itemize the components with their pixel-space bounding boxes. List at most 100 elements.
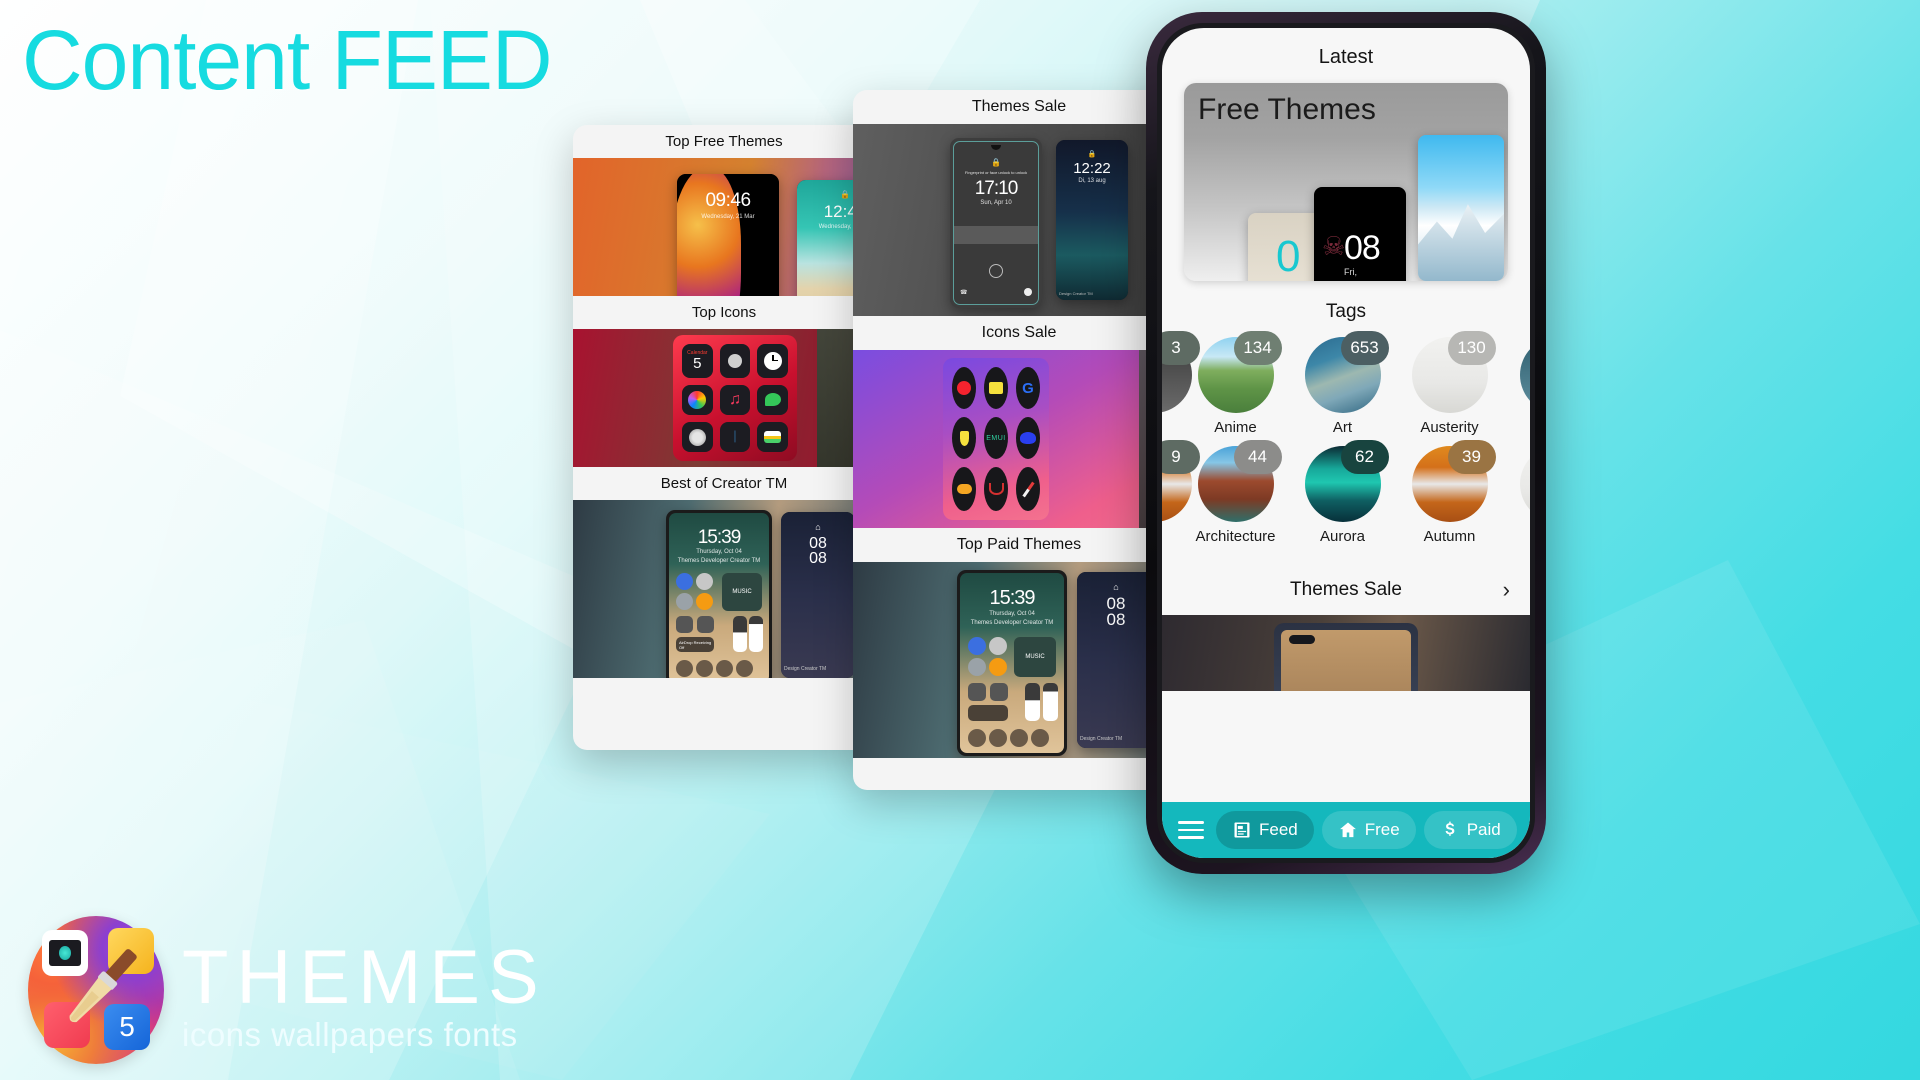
page-title: Content FEED	[22, 13, 553, 107]
section-title-best-of-creator: Best of Creator TM	[660, 475, 788, 492]
preview-band-icons-sale: G EMUI	[853, 350, 1185, 528]
app-store-icon: 𝄀	[719, 422, 751, 452]
preview-time: 09:46	[705, 190, 751, 211]
hero-card-free-themes[interactable]: Free Themes 0 ☠ 08 Fri,	[1184, 83, 1508, 281]
tag-label: Autumn	[1423, 528, 1476, 545]
weather-icon	[952, 467, 976, 511]
tag-count-badge: 44	[1233, 440, 1282, 474]
preview-time: 08 08	[1106, 594, 1126, 630]
chevron-right-icon[interactable]: ›	[1503, 579, 1510, 601]
preview-phone-sale	[1274, 623, 1418, 691]
nav-tab-paid[interactable]: Paid	[1423, 811, 1517, 849]
hero-thumb-mountain	[1418, 135, 1504, 281]
hero-thumb-black-date: Fri,	[1344, 267, 1357, 277]
section-title-top-free-themes: Top Free Themes	[665, 133, 783, 150]
tag-count-badge: 62	[1340, 440, 1389, 474]
paintbrush-icon	[69, 949, 137, 1023]
huawei-necklace-icon	[984, 467, 1008, 511]
music-widget-label: MUSIC	[1025, 654, 1045, 660]
tag-count-badge: 39	[1447, 440, 1496, 474]
tags-row: 9 44 Architecture 62 Aurora 39 Autumn	[1162, 440, 1530, 545]
preview-icon-grid: Calendar 5 ♫ 𝄀	[673, 335, 797, 461]
tag-item-anime[interactable]: 134 Anime	[1182, 331, 1289, 436]
preview-phone-side: ⌂ 08 08 Design Creator TM	[781, 512, 855, 678]
tag-item-austerity[interactable]: 130 Austerity	[1396, 331, 1503, 436]
preview-icon-grid-emui: G EMUI	[943, 358, 1049, 520]
preview-band-top-paid-themes: 15:39 Thursday, Oct 04 Themes Developer …	[853, 562, 1185, 758]
flashlight-icon	[952, 417, 976, 459]
hamburger-menu-icon[interactable]	[1174, 821, 1208, 839]
section-title-icons-sale: Icons Sale	[981, 324, 1057, 341]
preview-date: Di, 13 aug	[1078, 178, 1106, 184]
screen-title-latest: Latest	[1318, 46, 1374, 68]
tag-item-art[interactable]: 653 Art	[1289, 331, 1396, 436]
preview-label: Design Creator TM	[1059, 291, 1093, 296]
settings-icon	[682, 422, 713, 452]
tag-item-partial-right-2[interactable]	[1520, 446, 1530, 522]
tag-item-partial-right[interactable]	[1520, 337, 1530, 413]
record-icon	[952, 367, 976, 409]
photos-icon	[682, 384, 713, 416]
preview-subtitle: Themes Developer Creator TM	[677, 558, 761, 564]
dollar-icon	[1440, 820, 1460, 840]
preview-label: Design Creator TM	[784, 666, 827, 672]
nav-tab-label: Free	[1364, 820, 1400, 839]
tag-count-badge: 653	[1340, 331, 1389, 365]
tag-item-aurora[interactable]: 62 Aurora	[1289, 440, 1396, 545]
wallet-icon	[757, 422, 788, 452]
emui-icon: EMUI	[984, 417, 1008, 459]
tags-row: 3 134 Anime 653 Art 130 Austerity	[1162, 331, 1530, 436]
section-title-top-paid-themes: Top Paid Themes	[956, 536, 1082, 553]
nav-tab-free[interactable]: Free	[1321, 811, 1416, 849]
nav-tab-label: Paid	[1466, 820, 1501, 839]
preview-date: Thursday, Oct 04	[696, 549, 742, 555]
phone-mockup: Latest Free Themes 0 ☠ 08 Fri, Tags 3 13…	[1146, 12, 1546, 874]
preview-phone-creator: 15:39 Thursday, Oct 04 Themes Developer …	[666, 510, 772, 678]
mountain-shape	[1418, 204, 1504, 281]
page-title-part2: FEED	[331, 13, 553, 107]
section-row-themes-sale[interactable]: Themes Sale ›	[1162, 563, 1530, 615]
music-widget-label: MUSIC	[732, 589, 752, 595]
tag-count-badge: 130	[1447, 331, 1496, 365]
tag-thumb	[1520, 337, 1530, 413]
section-title-themes-sale: Themes Sale	[971, 98, 1067, 115]
messages-icon	[757, 384, 788, 416]
brand-subtitle: icons wallpapers fonts	[182, 1016, 518, 1053]
tag-label: Aurora	[1319, 528, 1366, 545]
tag-count-badge: 134	[1233, 331, 1282, 365]
section-title-top-icons: Top Icons	[691, 304, 757, 321]
preview-time: 08 08	[809, 535, 827, 568]
brand-logo: 5 THEMES icons wallpapers fonts	[28, 916, 547, 1064]
hero-thumb-black: ☠ 08 Fri,	[1314, 187, 1406, 281]
tag-label: Art	[1332, 419, 1353, 436]
tag-item-architecture[interactable]: 44 Architecture	[1182, 440, 1289, 545]
phone-screen: Latest Free Themes 0 ☠ 08 Fri, Tags 3 13…	[1162, 28, 1530, 858]
hero-thumb-black-time: 08	[1344, 229, 1381, 267]
feed-scroll-area[interactable]: Latest Free Themes 0 ☠ 08 Fri, Tags 3 13…	[1162, 28, 1530, 802]
music-icon: ♫	[719, 384, 751, 416]
page-title-part1: Content	[22, 13, 310, 107]
huawei-icon	[1016, 417, 1040, 459]
feed-icon	[1232, 820, 1252, 840]
tag-item-partial-left-2[interactable]: 9	[1162, 440, 1200, 522]
tag-label: Austerity	[1420, 419, 1479, 436]
brand-text: THEMES icons wallpapers fonts	[182, 939, 547, 1064]
nav-tab-feed[interactable]: Feed	[1216, 811, 1314, 849]
preview-time: 15:39	[697, 527, 742, 548]
themes-sale-preview-strip[interactable]	[1162, 615, 1530, 691]
nav-tab-label: Feed	[1259, 820, 1298, 839]
preview-subtitle: Themes Developer Creator TM	[970, 620, 1054, 626]
phone-bezel: Latest Free Themes 0 ☠ 08 Fri, Tags 3 13…	[1157, 23, 1535, 863]
tags-section-title: Tags	[1325, 301, 1367, 322]
preview-band-themes-sale: 🔒 Fingerprint or face unlock to unlock 1…	[853, 124, 1185, 316]
calendar-day: 5	[693, 355, 702, 373]
compass-icon	[1016, 467, 1040, 511]
tag-item-partial-left[interactable]: 3	[1162, 331, 1200, 413]
preview-band-best-of-creator: 15:39 Thursday, Oct 04 Themes Developer …	[573, 500, 875, 678]
tag-item-autumn[interactable]: 39 Autumn	[1396, 440, 1503, 545]
skull-icon: ☠	[1322, 231, 1346, 261]
app-icon: 5	[28, 916, 164, 1064]
preview-phone-dark-side: 🔒 12:22 Di, 13 aug Design Creator TM	[1056, 140, 1128, 300]
airdrop-label: AirDrop Receiving Off	[679, 639, 712, 650]
tag-label: Architecture	[1195, 528, 1276, 545]
